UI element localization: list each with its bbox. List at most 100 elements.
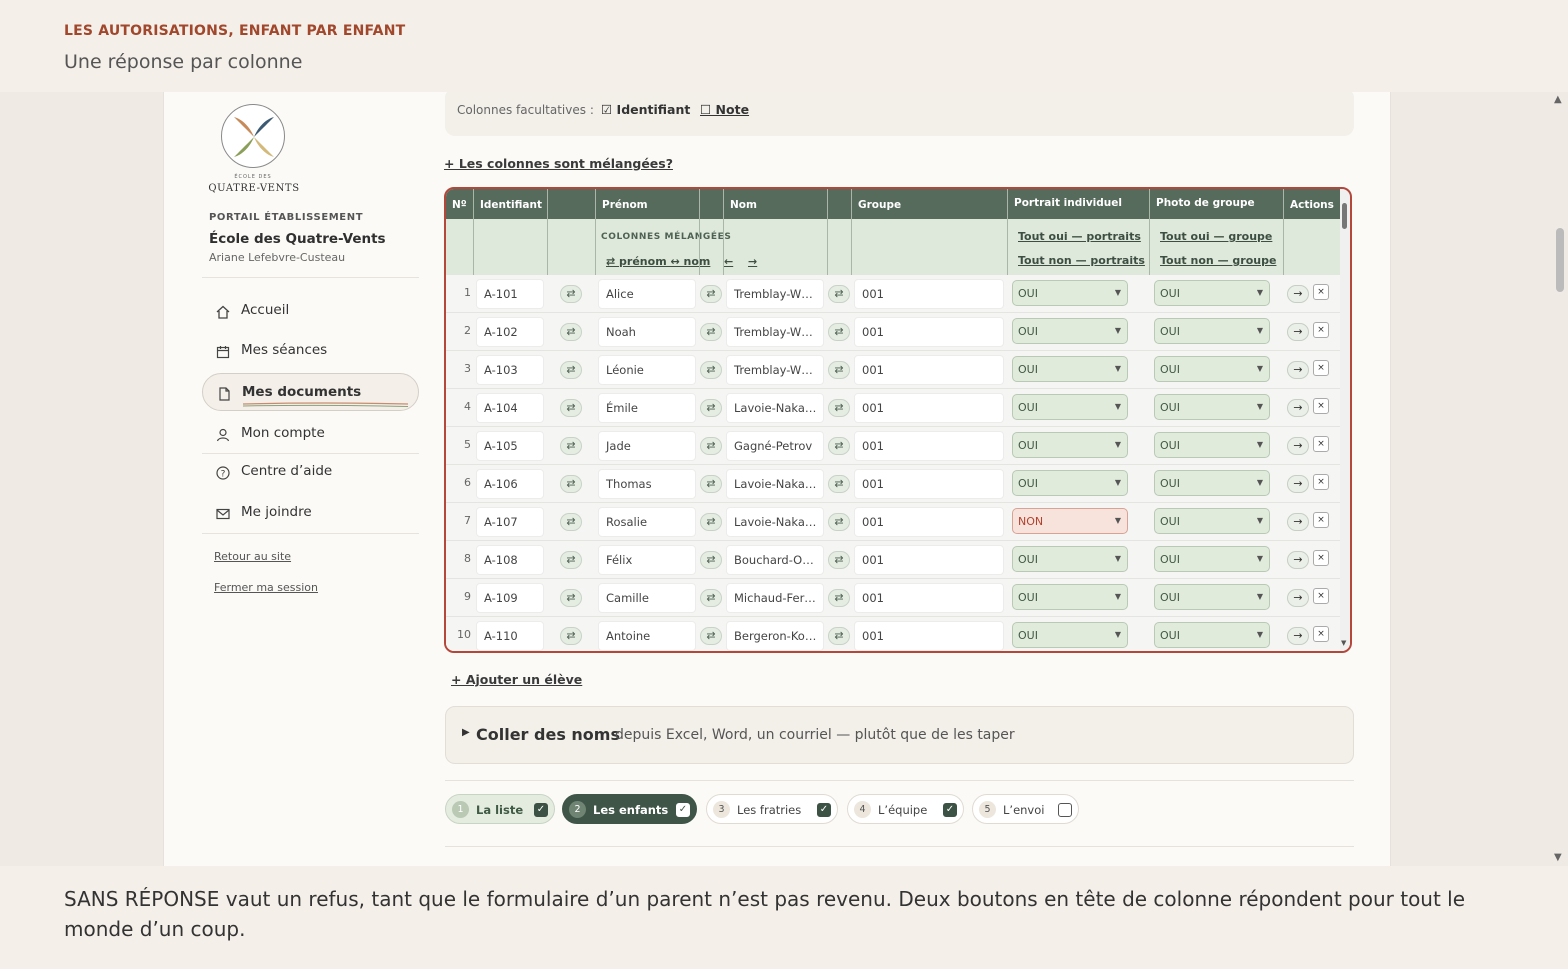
group-cell[interactable]: 001 xyxy=(854,507,1004,537)
last-name-cell[interactable]: Tremblay-W… xyxy=(726,317,824,347)
note-column-toggle[interactable]: ☐ Note xyxy=(700,102,749,117)
first-name-cell[interactable]: Camille xyxy=(598,583,696,613)
swap-columns-icon[interactable]: ⇄ xyxy=(828,437,850,455)
sidebar-item-seances[interactable]: Mes séances xyxy=(202,332,419,370)
swap-columns-icon[interactable]: ⇄ xyxy=(828,323,850,341)
swap-columns-icon[interactable]: ⇄ xyxy=(700,323,722,341)
swap-columns-icon[interactable]: ⇄ xyxy=(560,589,582,607)
delete-row-button[interactable]: × xyxy=(1313,550,1329,566)
portrait-select[interactable]: OUI ▼ xyxy=(1012,584,1128,610)
sidebar-item-documents[interactable]: Mes documents xyxy=(202,373,419,411)
group-cell[interactable]: 001 xyxy=(854,469,1004,499)
swap-columns-icon[interactable]: ⇄ xyxy=(560,437,582,455)
sidebar-item-accueil[interactable]: Accueil xyxy=(202,292,419,330)
identifier-cell[interactable]: A-107 xyxy=(476,507,544,537)
group-photo-select[interactable]: OUI ▼ xyxy=(1154,318,1270,344)
identifier-cell[interactable]: A-102 xyxy=(476,317,544,347)
delete-row-button[interactable]: × xyxy=(1313,626,1329,642)
wizard-step-3[interactable]: 3 Les fratries ✓ xyxy=(706,794,838,824)
delete-row-button[interactable]: × xyxy=(1313,398,1329,414)
open-row-button[interactable]: → xyxy=(1287,475,1309,493)
portrait-select[interactable]: OUI ▼ xyxy=(1012,280,1128,306)
swap-columns-icon[interactable]: ⇄ xyxy=(828,399,850,417)
swap-columns-icon[interactable]: ⇄ xyxy=(560,551,582,569)
first-name-cell[interactable]: Noah xyxy=(598,317,696,347)
swap-columns-icon[interactable]: ⇄ xyxy=(828,551,850,569)
swap-columns-icon[interactable]: ⇄ xyxy=(560,513,582,531)
swap-columns-icon[interactable]: ⇄ xyxy=(700,285,722,303)
open-row-button[interactable]: → xyxy=(1287,589,1309,607)
identifier-cell[interactable]: A-106 xyxy=(476,469,544,499)
swap-columns-icon[interactable]: ⇄ xyxy=(560,323,582,341)
portrait-select[interactable]: NON ▼ xyxy=(1012,508,1128,534)
swap-columns-icon[interactable]: ⇄ xyxy=(560,627,582,645)
open-row-button[interactable]: → xyxy=(1287,323,1309,341)
table-scrollbar-thumb[interactable] xyxy=(1342,203,1347,229)
swap-columns-icon[interactable]: ⇄ xyxy=(700,551,722,569)
delete-row-button[interactable]: × xyxy=(1313,436,1329,452)
wizard-step-5[interactable]: 5 L’envoi xyxy=(972,794,1079,824)
photo-all-no-button[interactable]: Tout non — groupe xyxy=(1160,254,1276,267)
portrait-all-yes-button[interactable]: Tout oui — portraits xyxy=(1018,230,1141,243)
group-cell[interactable]: 001 xyxy=(854,317,1004,347)
first-name-cell[interactable]: Jade xyxy=(598,431,696,461)
swap-columns-icon[interactable]: ⇄ xyxy=(828,475,850,493)
first-name-cell[interactable]: Antoine xyxy=(598,621,696,651)
group-photo-select[interactable]: OUI ▼ xyxy=(1154,584,1270,610)
identifier-cell[interactable]: A-110 xyxy=(476,621,544,651)
group-cell[interactable]: 001 xyxy=(854,621,1004,651)
last-name-cell[interactable]: Lavoie-Naka… xyxy=(726,507,824,537)
open-row-button[interactable]: → xyxy=(1287,361,1309,379)
sidebar-item-compte[interactable]: Mon compte xyxy=(202,415,419,453)
logout-link[interactable]: Fermer ma session xyxy=(214,581,318,594)
portrait-select[interactable]: OUI ▼ xyxy=(1012,546,1128,572)
delete-row-button[interactable]: × xyxy=(1313,474,1329,490)
open-row-button[interactable]: → xyxy=(1287,399,1309,417)
group-photo-select[interactable]: OUI ▼ xyxy=(1154,432,1270,458)
group-cell[interactable]: 001 xyxy=(854,393,1004,423)
group-photo-select[interactable]: OUI ▼ xyxy=(1154,356,1270,382)
swap-columns-icon[interactable]: ⇄ xyxy=(560,285,582,303)
swap-first-last-button[interactable]: ⇄ prénom ↔ nom xyxy=(606,255,710,268)
page-scroll-up-icon[interactable]: ▲ xyxy=(1554,94,1562,105)
portrait-select[interactable]: OUI ▼ xyxy=(1012,394,1128,420)
last-name-cell[interactable]: Bouchard-O… xyxy=(726,545,824,575)
first-name-cell[interactable]: Émile xyxy=(598,393,696,423)
open-row-button[interactable]: → xyxy=(1287,513,1309,531)
delete-row-button[interactable]: × xyxy=(1313,512,1329,528)
portrait-select[interactable]: OUI ▼ xyxy=(1012,622,1128,648)
page-scroll-down-icon[interactable]: ▼ xyxy=(1554,852,1562,863)
portrait-all-no-button[interactable]: Tout non — portraits xyxy=(1018,254,1145,267)
swap-columns-icon[interactable]: ⇄ xyxy=(828,589,850,607)
swap-columns-icon[interactable]: ⇄ xyxy=(560,475,582,493)
photo-all-yes-button[interactable]: Tout oui — groupe xyxy=(1160,230,1272,243)
swap-columns-icon[interactable]: ⇄ xyxy=(700,361,722,379)
delete-row-button[interactable]: × xyxy=(1313,360,1329,376)
group-cell[interactable]: 001 xyxy=(854,279,1004,309)
first-name-cell[interactable]: Félix xyxy=(598,545,696,575)
mixed-columns-link[interactable]: + Les colonnes sont mélangées? xyxy=(444,156,673,171)
swap-columns-icon[interactable]: ⇄ xyxy=(828,285,850,303)
group-cell[interactable]: 001 xyxy=(854,545,1004,575)
delete-row-button[interactable]: × xyxy=(1313,588,1329,604)
wizard-step-4[interactable]: 4 L’équipe ✓ xyxy=(847,794,964,824)
swap-columns-icon[interactable]: ⇄ xyxy=(700,475,722,493)
open-row-button[interactable]: → xyxy=(1287,627,1309,645)
identifier-cell[interactable]: A-108 xyxy=(476,545,544,575)
swap-columns-icon[interactable]: ⇄ xyxy=(700,399,722,417)
swap-columns-icon[interactable]: ⇄ xyxy=(828,361,850,379)
first-name-cell[interactable]: Alice xyxy=(598,279,696,309)
swap-columns-icon[interactable]: ⇄ xyxy=(828,513,850,531)
portrait-select[interactable]: OUI ▼ xyxy=(1012,432,1128,458)
sidebar-item-joindre[interactable]: Me joindre xyxy=(202,494,419,532)
group-photo-select[interactable]: OUI ▼ xyxy=(1154,280,1270,306)
delete-row-button[interactable]: × xyxy=(1313,284,1329,300)
identifier-cell[interactable]: A-103 xyxy=(476,355,544,385)
first-name-cell[interactable]: Léonie xyxy=(598,355,696,385)
last-name-cell[interactable]: Gagné-Petrov xyxy=(726,431,824,461)
last-name-cell[interactable]: Lavoie-Naka… xyxy=(726,393,824,423)
last-name-cell[interactable]: Michaud-Fer… xyxy=(726,583,824,613)
last-name-cell[interactable]: Bergeron-Ko… xyxy=(726,621,824,651)
group-photo-select[interactable]: OUI ▼ xyxy=(1154,394,1270,420)
swap-columns-icon[interactable]: ⇄ xyxy=(700,513,722,531)
